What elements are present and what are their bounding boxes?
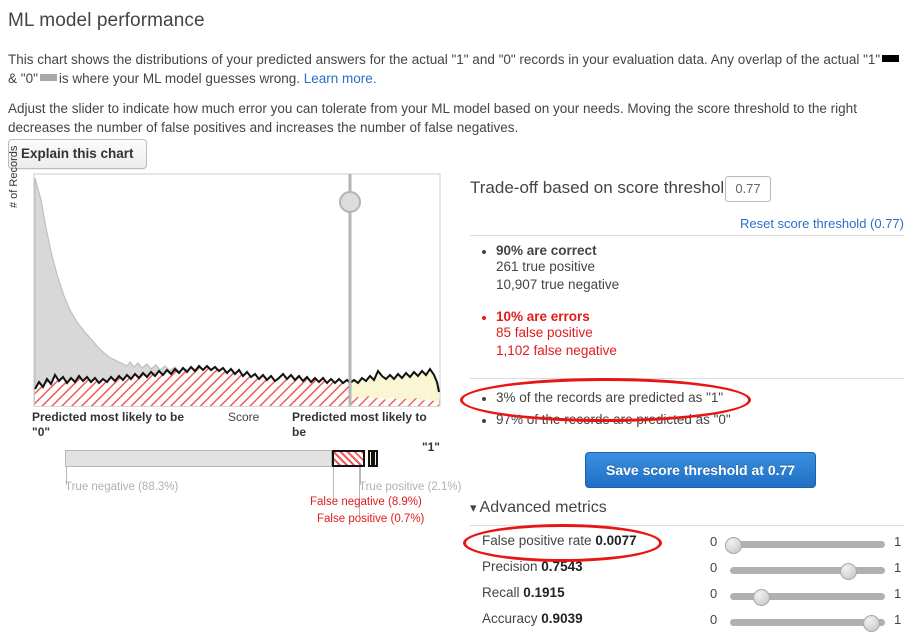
metric-slider-recall[interactable] (730, 589, 885, 606)
distribution-chart[interactable] (0, 170, 455, 410)
label-false-negative: False negative (8.9%) (310, 496, 422, 508)
learn-more-link[interactable]: Learn more. (304, 71, 377, 86)
advanced-metrics-toggle[interactable]: ▾ Advanced metrics (470, 499, 607, 517)
tradeoff-panel: Trade-off based on score threshold 0.77 … (470, 0, 907, 632)
metric-min-label: 0 (710, 560, 718, 575)
metric-row-false-positive-rate: False positive rate 0.0077 0 1 (482, 533, 907, 559)
metric-label-precision: Precision 0.7543 (482, 559, 583, 574)
metric-max-label: 1 (894, 560, 902, 575)
metric-slider-accuracy[interactable] (730, 615, 885, 632)
chart-x-label-center: Score (228, 410, 260, 424)
chevron-down-icon: ▾ (470, 500, 477, 515)
metric-max-label: 1 (894, 612, 902, 627)
metric-row-recall: Recall 0.1915 0 1 (482, 585, 907, 611)
correct-headline: 90% are correct (496, 243, 597, 258)
intro-text-part2: & (8, 71, 18, 86)
bullet-errors-icon (482, 316, 486, 320)
metric-slider-knob[interactable] (839, 563, 857, 580)
threshold-slider-handle (339, 191, 361, 213)
metric-slider-false-positive-rate[interactable] (724, 537, 885, 554)
explain-this-chart-button[interactable]: Explain this chart (8, 139, 147, 169)
metric-max-label: 1 (894, 586, 902, 601)
confusion-segment-bar: True negative (88.3%) True positive (2.1… (0, 440, 465, 525)
metric-max-label: 1 (894, 534, 902, 549)
errors-false-positive: 85 false positive (496, 325, 593, 340)
advanced-metrics-label: Advanced metrics (479, 499, 607, 516)
metric-label-accuracy: Accuracy 0.9039 (482, 611, 583, 626)
divider-advanced (470, 525, 904, 526)
divider-top (470, 235, 904, 236)
predicted-as-zero-text: 97% of the records are predicted as "0" (496, 412, 731, 427)
chart-x-label-left-line2: "0" (32, 425, 51, 439)
chart-x-label-left: Predicted most likely to be "0" (32, 410, 192, 440)
label-false-positive: False positive (0.7%) (317, 513, 425, 525)
label-true-negative: True negative (88.3%) (65, 481, 179, 493)
bullet-correct-icon (482, 250, 486, 254)
metric-min-label: 0 (710, 534, 718, 549)
metric-slider-precision[interactable] (730, 563, 885, 580)
chart-x-label-left-line1: Predicted most likely to be (32, 410, 185, 424)
correct-true-positive: 261 true positive (496, 259, 596, 274)
save-score-threshold-button[interactable]: Save score threshold at 0.77 (585, 452, 817, 488)
segment-false-negative (332, 450, 365, 467)
intro-text-part4: is where your ML model guesses wrong. (58, 71, 300, 86)
divider-middle (470, 378, 904, 379)
segment-true-positive (373, 450, 378, 467)
predicted-as-one-text: 3% of the records are predicted as "1" (496, 390, 724, 405)
errors-false-negative: 1,102 false negative (496, 343, 617, 358)
metric-label-recall: Recall 0.1915 (482, 585, 565, 600)
metric-value-text: 0.7543 (541, 559, 583, 574)
metric-value-text: 0.0077 (595, 533, 637, 548)
errors-headline: 10% are errors (496, 309, 590, 324)
segment-bar-track (65, 450, 395, 467)
metric-row-precision: Precision 0.7543 0 1 (482, 559, 907, 585)
chart-svg (33, 173, 441, 407)
correct-true-negative: 10,907 true negative (496, 277, 620, 292)
metric-slider-knob[interactable] (863, 615, 881, 632)
metric-name-text: Precision (482, 559, 538, 574)
reset-score-threshold-link[interactable]: Reset score threshold (0.77) (740, 216, 904, 231)
correct-metrics-block: 90% are correct 261 true positive 10,907… (482, 243, 619, 294)
metric-slider-knob[interactable] (752, 589, 770, 606)
chart-x-label-right-line1: Predicted most likely to be (292, 410, 427, 439)
metric-value-text: 0.1915 (523, 585, 565, 600)
label-true-positive: True positive (2.1%) (359, 481, 462, 493)
metric-name-text: Accuracy (482, 611, 538, 626)
page-title: ML model performance (8, 10, 205, 31)
bullet-predicted-one-icon (482, 397, 486, 401)
metric-slider-knob[interactable] (724, 537, 742, 554)
metric-name-text: Recall (482, 585, 520, 600)
tradeoff-heading: Trade-off based on score threshold (470, 178, 734, 197)
predicted-as-zero: 97% of the records are predicted as "0" (482, 412, 731, 427)
metric-label-false-positive-rate: False positive rate 0.0077 (482, 533, 637, 548)
metric-value-text: 0.9039 (541, 611, 583, 626)
score-threshold-input[interactable]: 0.77 (725, 176, 771, 202)
metric-name-text: False positive rate (482, 533, 592, 548)
segment-true-negative (65, 450, 332, 467)
bullet-predicted-zero-icon (482, 419, 486, 423)
ml-model-performance-page: ML model performance This chart shows th… (0, 0, 907, 632)
predicted-as-one: 3% of the records are predicted as "1" (482, 390, 723, 405)
legend-swatch-actual-zero-icon (39, 74, 57, 81)
metric-min-label: 0 (710, 586, 718, 601)
intro-text-part3: "0" (20, 71, 38, 86)
metric-row-accuracy: Accuracy 0.9039 0 1 (482, 611, 907, 637)
metric-min-label: 0 (710, 612, 718, 627)
errors-metrics-block: 10% are errors 85 false positive 1,102 f… (482, 309, 617, 360)
